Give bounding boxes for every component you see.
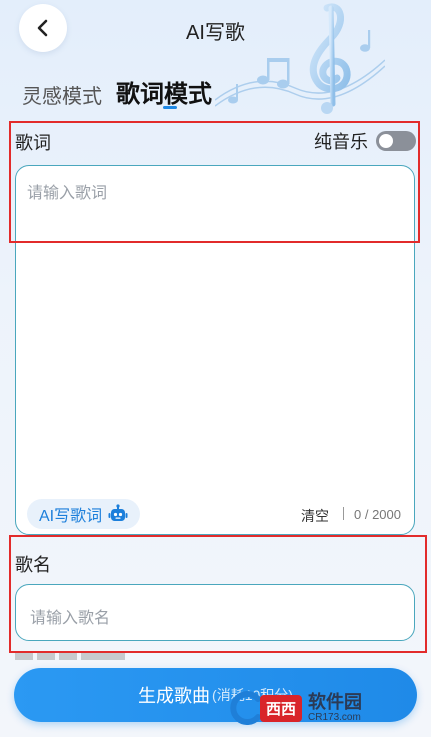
- ai-write-lyrics-button[interactable]: AI写歌词: [27, 499, 141, 529]
- watermark-logo-icon: [230, 691, 261, 725]
- pure-music-row: 纯音乐: [314, 128, 416, 154]
- watermark-text: 软件园 CR173.com: [308, 693, 362, 723]
- watermark-name: 软件园: [308, 692, 363, 712]
- active-tab-indicator: [163, 106, 177, 109]
- mode-tabs: 灵感模式 歌词模式: [22, 74, 226, 109]
- lyrics-label: 歌词: [15, 133, 51, 153]
- song-name-input[interactable]: 请输入歌名: [15, 584, 415, 641]
- generate-label: 生成歌曲: [138, 686, 211, 706]
- char-counter: 0 / 2000: [354, 507, 401, 522]
- pure-music-toggle[interactable]: [376, 131, 416, 151]
- site-watermark: 西西 软件园 CR173.com: [230, 688, 410, 728]
- tab-inspiration-mode[interactable]: 灵感模式: [22, 80, 102, 109]
- lyrics-placeholder: 请输入歌词: [27, 185, 108, 202]
- clear-button[interactable]: 清空: [301, 506, 329, 526]
- ai-write-lyrics-label: AI写歌词: [39, 508, 103, 525]
- toggle-knob: [379, 134, 393, 148]
- divider: [343, 507, 344, 520]
- robot-icon: [108, 504, 128, 521]
- music-notes-decoration: [215, 3, 385, 114]
- lyrics-textarea[interactable]: 请输入歌词 AI写歌词 清空 0 / 2000: [15, 165, 415, 535]
- pure-music-label: 纯音乐: [314, 132, 368, 152]
- next-section-label-peek: [15, 652, 125, 660]
- tab-lyrics-mode[interactable]: 歌词模式: [116, 74, 212, 109]
- watermark-url: CR173.com: [308, 712, 361, 723]
- song-name-label: 歌名: [15, 555, 51, 575]
- watermark-badge: 西西: [260, 694, 303, 722]
- song-name-placeholder: 请输入歌名: [30, 610, 111, 627]
